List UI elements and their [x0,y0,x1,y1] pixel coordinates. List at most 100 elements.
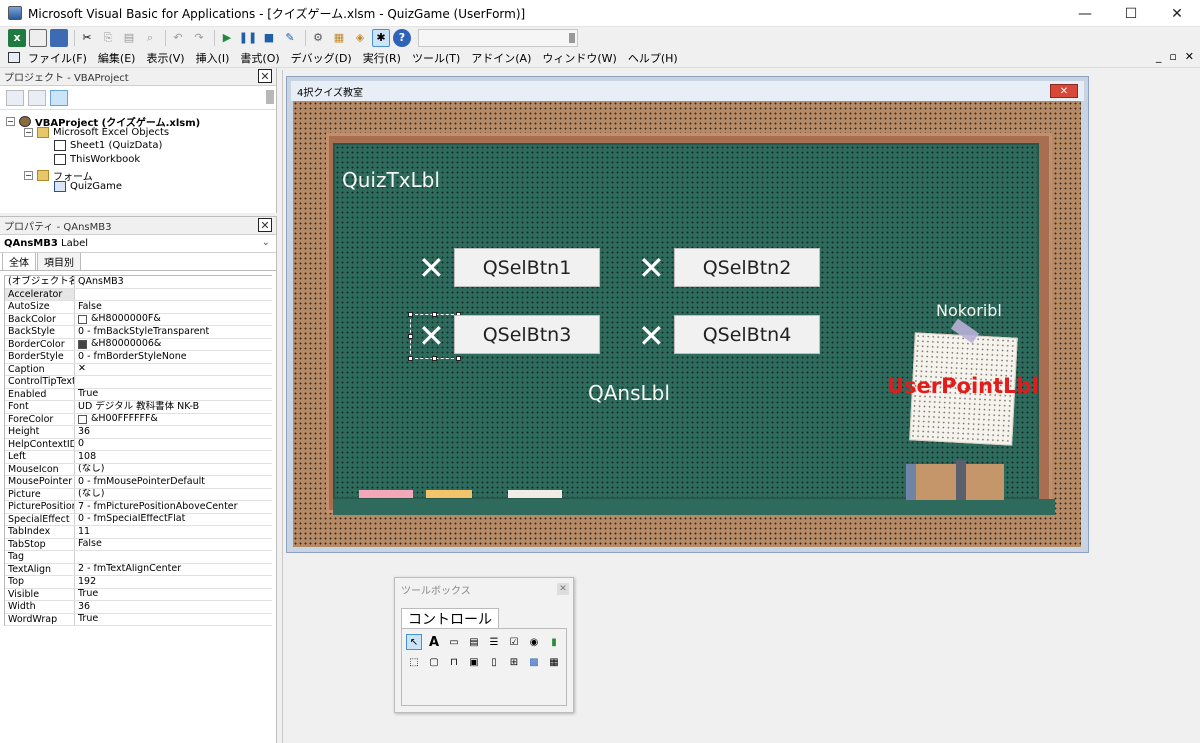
property-row[interactable]: Width 36 [5,601,272,614]
menu-run[interactable]: 実行(R) [363,50,401,66]
scrollbar-thumb[interactable] [266,90,274,104]
property-value[interactable]: False [75,539,272,551]
property-value[interactable]: 0 [75,439,272,451]
remaining-label[interactable]: Nokoribl [936,301,1002,320]
property-value[interactable]: 0 - fmSpecialEffectFlat [75,514,272,526]
property-value[interactable]: 192 [75,576,272,588]
reset-icon[interactable]: ■ [260,29,278,47]
image-icon[interactable]: ▩ [526,654,542,670]
quiz-text-label[interactable]: QuizTxLbl [342,168,440,192]
menu-help[interactable]: ヘルプ(H) [628,50,678,66]
property-row[interactable]: BorderStyle 0 - fmBorderStyleNone [5,351,272,364]
checkbox-icon[interactable]: ☑ [506,634,522,650]
tree-node-excel-objects[interactable]: − Microsoft Excel Objects [24,127,169,138]
property-row[interactable]: Caption ✕ [5,363,272,376]
tree-node-workbook[interactable]: ThisWorkbook [54,154,140,165]
object-browser-icon[interactable]: ◈ [351,29,369,47]
menu-window[interactable]: ウィンドウ(W) [542,50,616,66]
property-row[interactable]: Top 192 [5,576,272,589]
spinbutton-icon[interactable]: ⊞ [506,654,522,670]
answer-mark-1[interactable]: ✕ [418,252,445,284]
select-button-4[interactable]: QSelBtn4 [674,315,820,354]
collapse-icon[interactable]: − [6,117,15,126]
find-icon[interactable]: ⌕ [141,29,159,47]
menu-tools[interactable]: ツール(T) [412,50,460,66]
menu-file[interactable]: ファイル(F) [28,50,87,66]
select-button-3[interactable]: QSelBtn3 [454,315,600,354]
property-value[interactable]: 2 - fmTextAlignCenter [75,564,272,576]
label-icon[interactable]: A [426,634,442,650]
property-value[interactable]: &H00FFFFFF& [75,414,272,426]
project-explorer-close-button[interactable]: ✕ [258,69,272,83]
mdi-restore-button[interactable]: ▫ [1169,50,1176,63]
property-row[interactable]: SpecialEffect 0 - fmSpecialEffectFlat [5,513,272,526]
tree-node-quizgame[interactable]: QuizGame [54,181,122,192]
menu-edit[interactable]: 編集(E) [98,50,136,66]
mdi-minimize-button[interactable]: _ [1156,50,1162,63]
property-value[interactable]: True [75,589,272,601]
user-point-label[interactable]: UserPointLbl [887,374,1039,398]
listbox-icon[interactable]: ☰ [486,634,502,650]
userform-close-icon[interactable]: ✕ [1050,84,1078,98]
property-row[interactable]: BackColor &H8000000F& [5,313,272,326]
property-value[interactable]: 11 [75,526,272,538]
menu-insert[interactable]: 挿入(I) [196,50,230,66]
property-row[interactable]: BackStyle 0 - fmBackStyleTransparent [5,326,272,339]
property-value[interactable]: (なし) [75,489,272,501]
property-row[interactable]: WordWrap True [5,613,272,626]
property-value[interactable]: 0 - fmMousePointerDefault [75,476,272,488]
property-row[interactable]: Picture (なし) [5,488,272,501]
object-selector[interactable]: QAnsMB3 Label ⌄ [0,235,276,253]
toolbox-tab-controls[interactable]: コントロール [401,608,499,628]
minimize-button[interactable]: — [1062,0,1108,27]
insert-userform-icon[interactable] [29,28,47,47]
answer-mark-4[interactable]: ✕ [638,320,665,352]
multipage-icon[interactable]: ▣ [466,654,482,670]
select-button-2[interactable]: QSelBtn2 [674,248,820,287]
property-value[interactable] [75,376,272,388]
property-row[interactable]: MouseIcon (なし) [5,463,272,476]
menu-view[interactable]: 表示(V) [146,50,184,66]
property-row[interactable]: Left 108 [5,451,272,464]
run-icon[interactable]: ▶ [218,29,236,47]
resize-handle[interactable] [432,356,437,361]
maximize-button[interactable]: ☐ [1108,0,1154,27]
property-value[interactable]: 36 [75,426,272,438]
view-object-icon[interactable] [28,89,46,106]
tree-node-sheet1[interactable]: Sheet1 (QuizData) [54,140,162,151]
property-row[interactable]: Enabled True [5,388,272,401]
tabstrip-icon[interactable]: ⊓ [446,654,462,670]
help-icon[interactable]: ? [393,28,411,47]
select-button-1[interactable]: QSelBtn1 [454,248,600,287]
frame-icon[interactable]: ⬚ [406,654,422,670]
toolbox-close-button[interactable]: ✕ [557,583,569,595]
collapse-icon[interactable]: − [24,128,33,137]
answer-mark-3[interactable]: ✕ [418,320,445,352]
properties-close-button[interactable]: ✕ [258,218,272,232]
optionbutton-icon[interactable]: ◉ [526,634,542,650]
property-row[interactable]: (オブジェクト名) QAnsMB3 [5,276,272,289]
collapse-icon[interactable]: − [24,171,33,180]
close-button[interactable]: ✕ [1154,0,1200,27]
property-value[interactable]: UD デジタル 教科書体 NK-B [75,401,272,413]
property-row[interactable]: TabIndex 11 [5,526,272,539]
toggle-folders-icon[interactable] [50,89,68,106]
break-icon[interactable]: ❚❚ [239,29,257,47]
resize-handle[interactable] [408,312,413,317]
property-row[interactable]: TextAlign 2 - fmTextAlignCenter [5,563,272,576]
refedit-icon[interactable]: ▦ [546,654,562,670]
property-row[interactable]: MousePointer 0 - fmMousePointerDefault [5,476,272,489]
property-value[interactable]: QAnsMB3 [75,276,272,288]
property-row[interactable]: Tag [5,551,272,564]
mdi-close-button[interactable]: ✕ [1185,50,1194,63]
property-value[interactable]: 7 - fmPicturePositionAboveCenter [75,501,272,513]
undo-icon[interactable]: ↶ [169,29,187,47]
location-combo[interactable] [418,28,578,47]
menu-addins[interactable]: アドイン(A) [471,50,531,66]
property-value[interactable]: ✕ [75,364,272,376]
property-row[interactable]: Visible True [5,588,272,601]
commandbutton-icon[interactable]: ▢ [426,654,442,670]
property-row[interactable]: ForeColor &H00FFFFFF& [5,413,272,426]
property-value[interactable] [75,551,272,563]
save-icon[interactable] [50,28,68,47]
